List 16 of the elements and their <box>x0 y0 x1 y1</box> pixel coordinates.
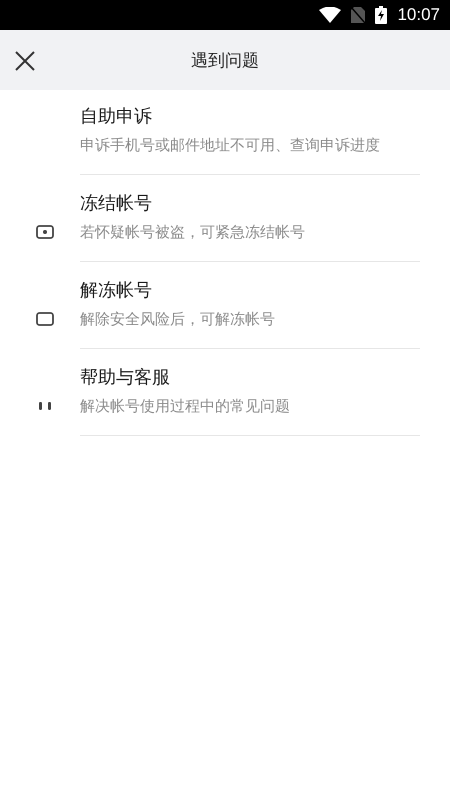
square-icon <box>36 312 54 326</box>
wifi-icon <box>319 7 342 23</box>
item-description: 申诉手机号或邮件地址不可用、查询申诉进度 <box>80 135 381 156</box>
battery-icon <box>375 6 388 24</box>
no-sim-icon <box>351 7 366 23</box>
item-title[interactable]: 帮助与客服 <box>80 365 420 391</box>
dots-icon <box>38 402 52 410</box>
item-title[interactable]: 冻结帐号 <box>80 191 420 217</box>
item-description: 解除安全风险后，可解冻帐号 <box>80 309 276 330</box>
page-title: 遇到问题 <box>191 50 259 72</box>
item-title[interactable]: 解冻帐号 <box>80 278 420 304</box>
item-description: 解决帐号使用过程中的常见问题 <box>80 396 291 417</box>
status-time: 10:07 <box>397 5 440 25</box>
item-title[interactable]: 自助申诉 <box>80 104 420 130</box>
item-description: 若怀疑帐号被盗，可紧急冻结帐号 <box>80 222 306 243</box>
record-icon <box>36 224 54 238</box>
